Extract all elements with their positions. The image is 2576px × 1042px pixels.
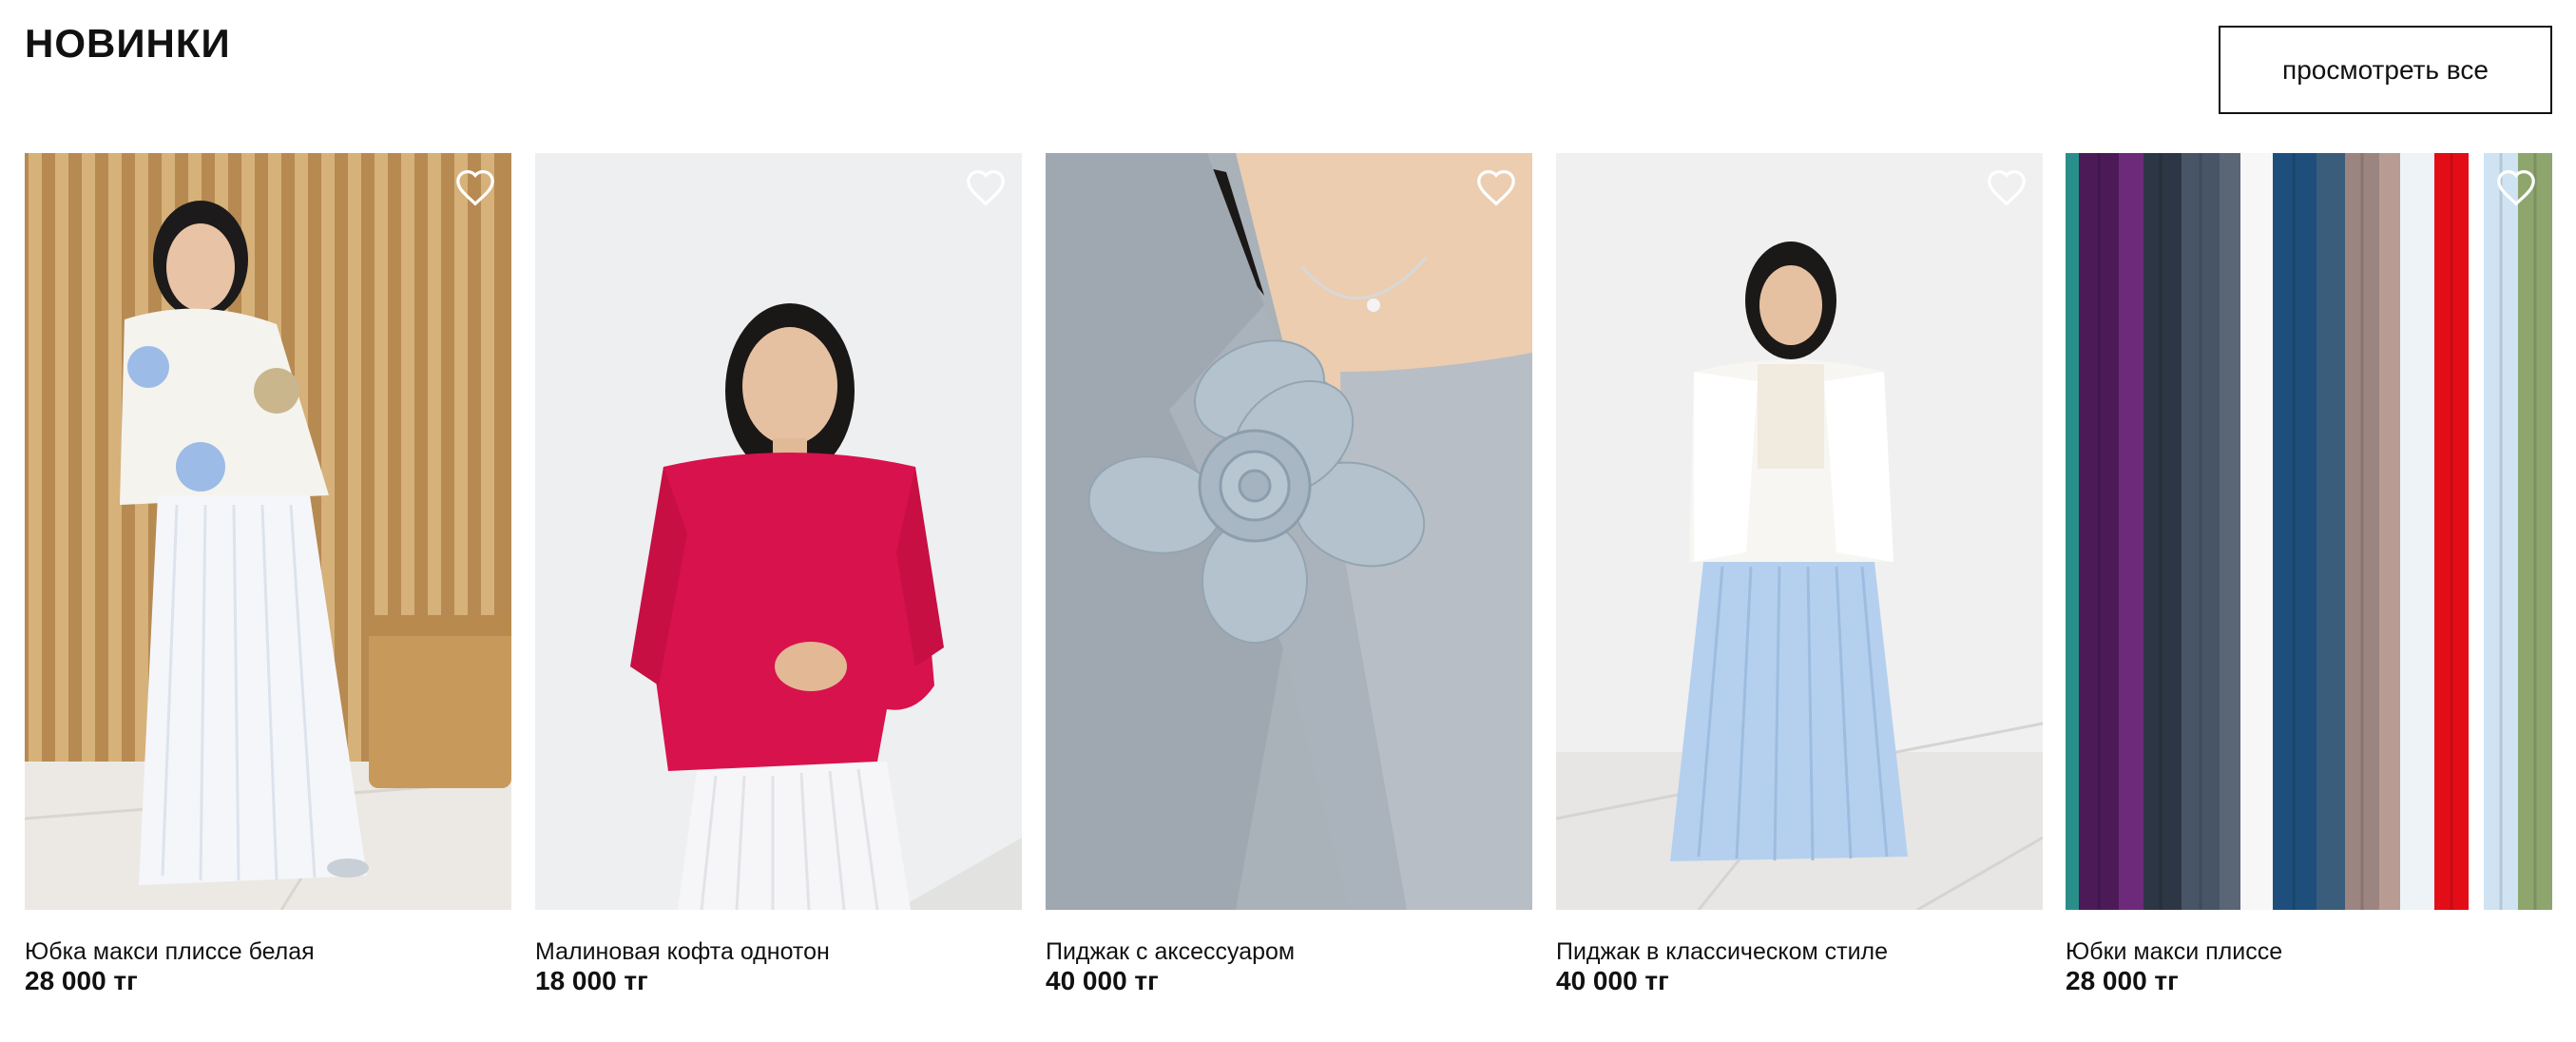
product-card[interactable]: Пиджак с аксессуаром 40 000 тг [1046, 153, 1532, 1009]
favorite-button[interactable] [1982, 163, 2031, 212]
product-card[interactable]: Юбки макси плиссе 28 000 тг [2066, 153, 2552, 1009]
section-title: НОВИНКИ [25, 21, 231, 66]
product-price: 28 000 тг [25, 966, 138, 995]
product-photo[interactable] [1556, 153, 2043, 910]
favorite-button[interactable] [1471, 163, 1521, 212]
product-price: 28 000 тг [2066, 966, 2179, 995]
product-name[interactable]: Юбки макси плиссе [2066, 938, 2282, 966]
product-price: 40 000 тг [1046, 966, 1159, 995]
product-price: 18 000 тг [535, 966, 648, 995]
product-photo[interactable] [2066, 153, 2552, 910]
product-name[interactable]: Пиджак с аксессуаром [1046, 938, 1295, 966]
heart-outline-icon [1988, 169, 2026, 206]
product-name[interactable]: Пиджак в классическом стиле [1556, 938, 1888, 966]
product-photo[interactable] [25, 153, 511, 910]
heart-outline-icon [2497, 169, 2535, 206]
product-card[interactable]: Пиджак в классическом стиле 40 000 тг [1556, 153, 2043, 1009]
product-grid: Юбка макси плиссе белая 28 000 тг Малино… [25, 153, 2552, 1009]
heart-outline-icon [456, 169, 494, 206]
product-name[interactable]: Малиновая кофта однотон [535, 938, 830, 966]
product-price: 40 000 тг [1556, 966, 1669, 995]
product-card[interactable]: Малиновая кофта однотон 18 000 тг [535, 153, 1022, 1009]
heart-outline-icon [967, 169, 1005, 206]
product-photo[interactable] [535, 153, 1022, 910]
favorite-button[interactable] [961, 163, 1010, 212]
favorite-button[interactable] [451, 163, 500, 212]
favorite-button[interactable] [2491, 163, 2541, 212]
product-name[interactable]: Юбка макси плиссе белая [25, 938, 315, 966]
product-card[interactable]: Юбка макси плиссе белая 28 000 тг [25, 153, 511, 1009]
heart-outline-icon [1477, 169, 1515, 206]
product-photo[interactable] [1046, 153, 1532, 910]
view-all-button[interactable]: просмотреть все [2219, 26, 2552, 114]
